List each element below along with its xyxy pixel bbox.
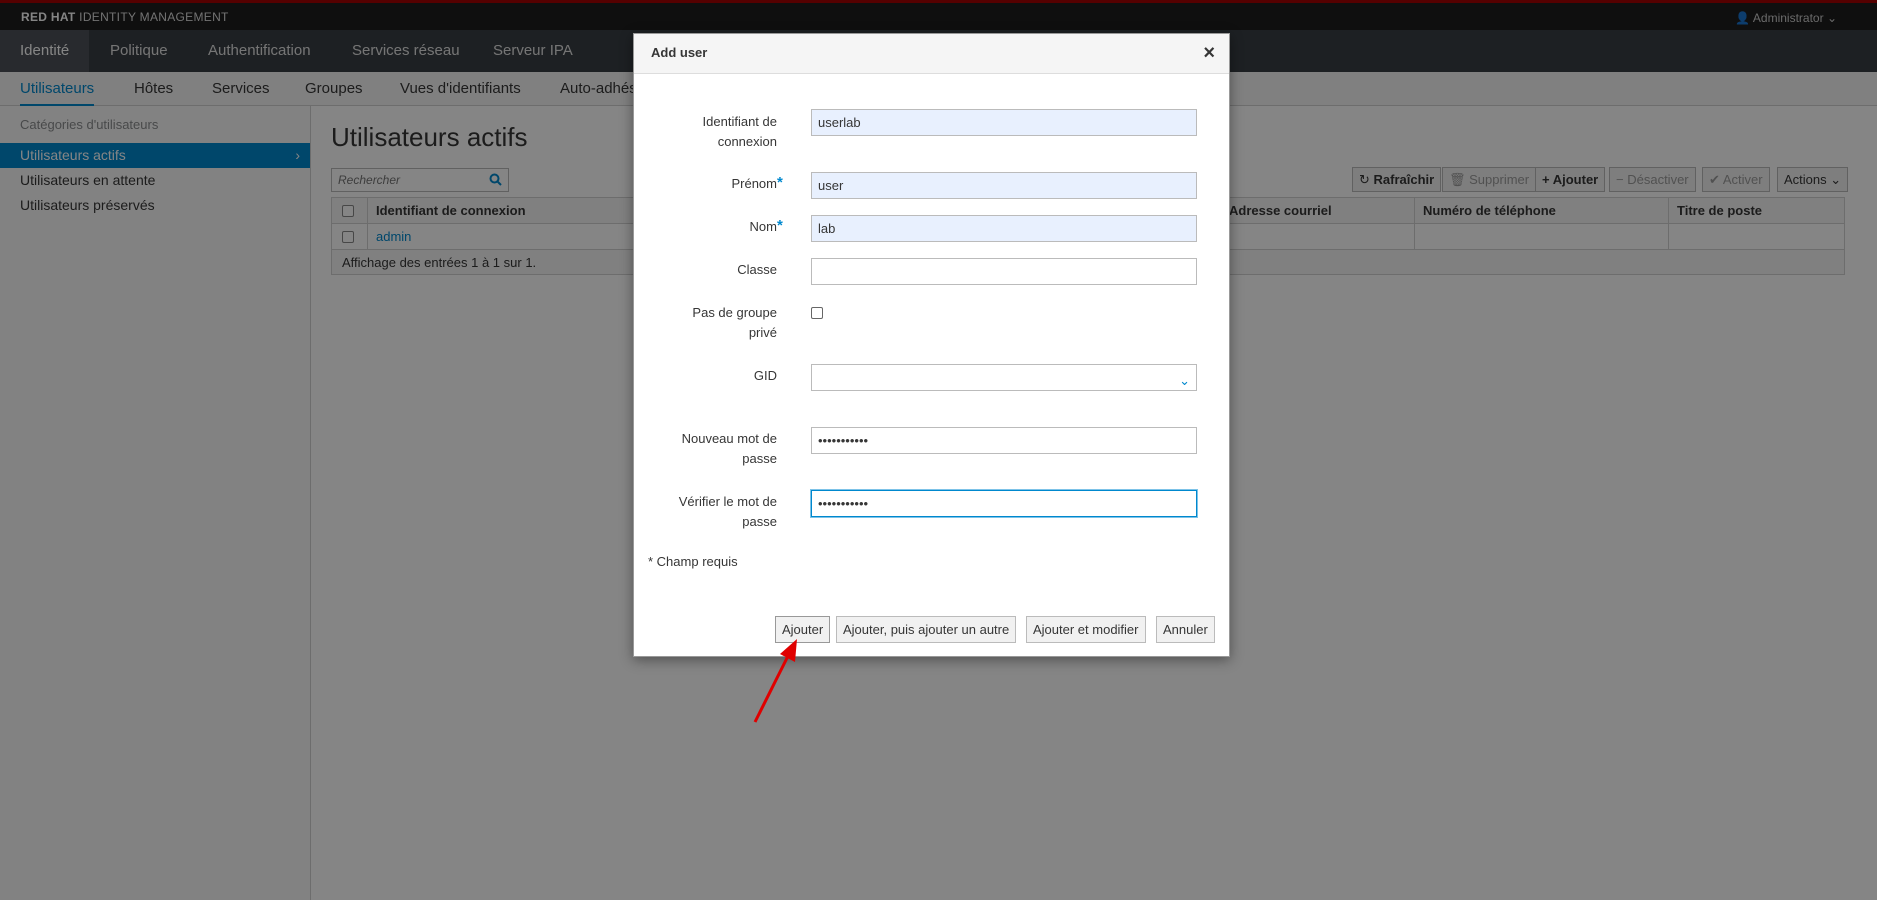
annotation-arrow-icon — [753, 639, 797, 723]
